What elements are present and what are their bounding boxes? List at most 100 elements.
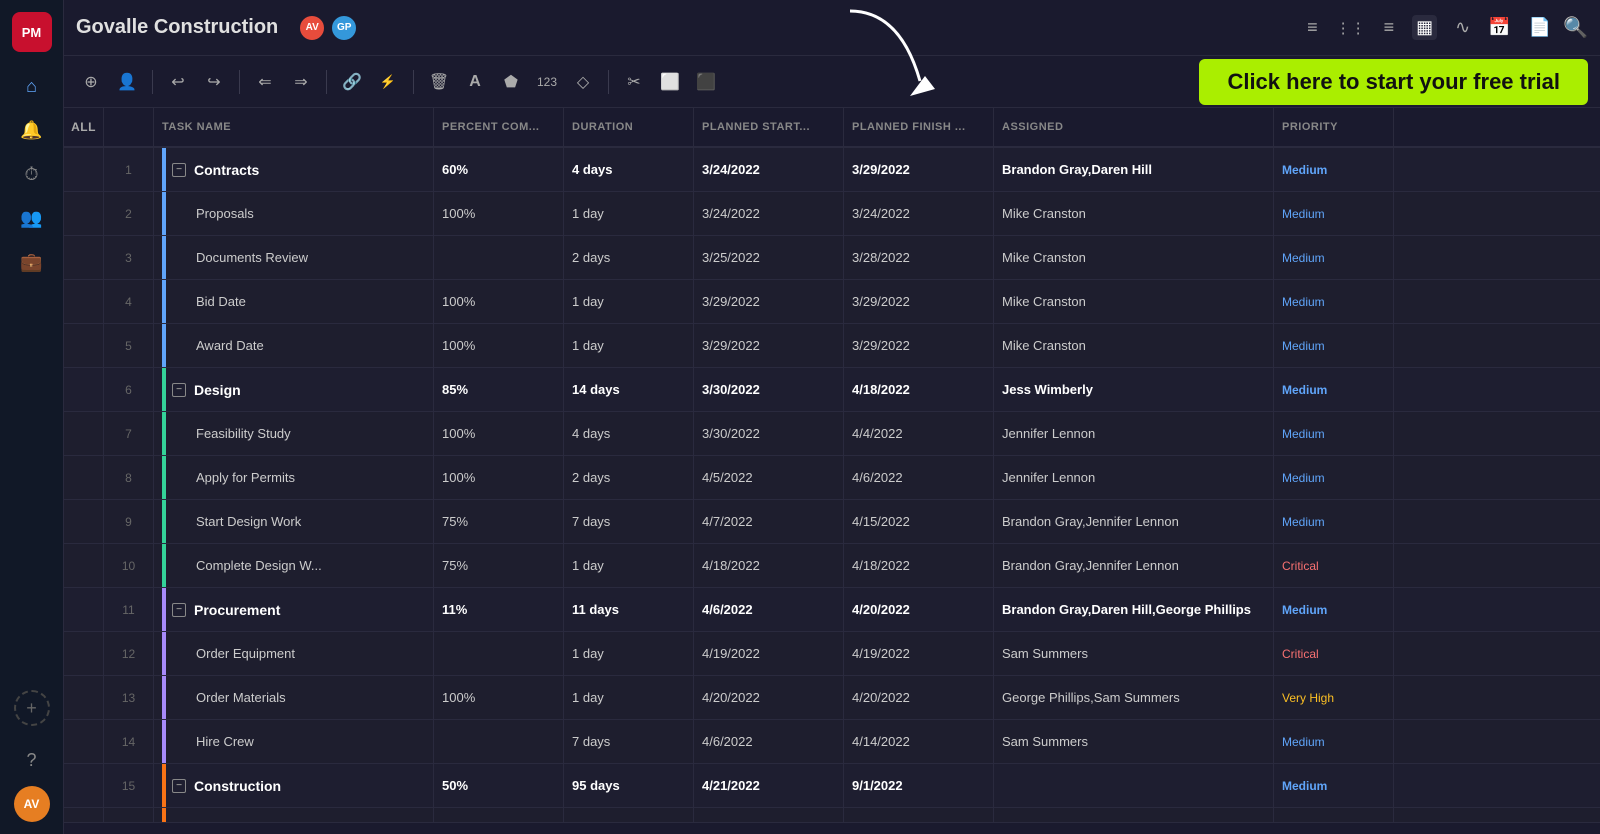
group-collapse-icon[interactable]: − <box>172 779 186 793</box>
task-name-cell[interactable]: Order Materials <box>154 676 434 719</box>
avatar-2[interactable]: GP <box>330 14 358 42</box>
view-table-icon[interactable]: ▦ <box>1412 15 1437 40</box>
row-checkbox[interactable] <box>64 324 104 367</box>
start-cell: 3/29/2022 <box>694 324 844 367</box>
table-row[interactable]: 15 − Construction 50% 95 days 4/21/2022 … <box>64 764 1600 808</box>
col-planned-finish[interactable]: PLANNED FINISH ... <box>844 108 994 146</box>
task-name-cell[interactable]: Proposals <box>154 192 434 235</box>
col-task-name[interactable]: TASK NAME <box>154 108 434 146</box>
search-icon[interactable]: 🔍 <box>1563 15 1588 40</box>
table-row[interactable]: 8 Apply for Permits 100% 2 days 4/5/2022… <box>64 456 1600 500</box>
row-checkbox[interactable] <box>64 544 104 587</box>
assigned-cell: Mike Cranston <box>994 236 1274 279</box>
row-checkbox[interactable] <box>64 588 104 631</box>
row-checkbox[interactable] <box>64 412 104 455</box>
paste-button[interactable]: ⬛ <box>691 67 721 97</box>
horizontal-scrollbar[interactable] <box>64 822 1600 834</box>
diamond-button[interactable]: ◇ <box>568 67 598 97</box>
task-name-cell[interactable]: Order Equipment <box>154 632 434 675</box>
row-checkbox[interactable] <box>64 368 104 411</box>
table-row[interactable]: 14 Hire Crew 7 days 4/6/2022 4/14/2022 S… <box>64 720 1600 764</box>
view-columns-icon[interactable]: ⋮⋮ <box>1336 19 1366 37</box>
view-pulse-icon[interactable]: ∿ <box>1455 17 1470 38</box>
sidebar-item-people[interactable]: 👥 <box>14 200 50 236</box>
col-duration[interactable]: DURATION <box>564 108 694 146</box>
table-row[interactable]: 5 Award Date 100% 1 day 3/29/2022 3/29/2… <box>64 324 1600 368</box>
task-name-cell[interactable]: − Construction <box>154 764 434 807</box>
number-button[interactable]: 123 <box>532 67 562 97</box>
sidebar-item-time[interactable]: ⏱ <box>14 156 50 192</box>
table-row[interactable]: 16 Prep/Pre-constructi... 25% 1 day 4/21… <box>64 808 1600 822</box>
view-doc-icon[interactable]: 📄 <box>1529 17 1551 38</box>
table-row[interactable]: 10 Complete Design W... 75% 1 day 4/18/2… <box>64 544 1600 588</box>
task-name-cell[interactable]: Start Design Work <box>154 500 434 543</box>
view-list-icon[interactable]: ≡ <box>1307 17 1318 38</box>
row-checkbox[interactable] <box>64 676 104 719</box>
table-row[interactable]: 2 Proposals 100% 1 day 3/24/2022 3/24/20… <box>64 192 1600 236</box>
task-name-cell[interactable]: Bid Date <box>154 280 434 323</box>
col-planned-start[interactable]: PLANNED START... <box>694 108 844 146</box>
font-button[interactable]: A <box>460 67 490 97</box>
task-name-cell[interactable]: − Design <box>154 368 434 411</box>
table-row[interactable]: 9 Start Design Work 75% 7 days 4/7/2022 … <box>64 500 1600 544</box>
row-checkbox[interactable] <box>64 808 104 822</box>
col-assigned[interactable]: ASSIGNED <box>994 108 1274 146</box>
paint-button[interactable]: ⬟ <box>496 67 526 97</box>
row-checkbox[interactable] <box>64 280 104 323</box>
redo-button[interactable]: ↪ <box>199 67 229 97</box>
row-checkbox[interactable] <box>64 456 104 499</box>
task-name-cell[interactable]: Prep/Pre-constructi... <box>154 808 434 822</box>
row-checkbox[interactable] <box>64 192 104 235</box>
table-row[interactable]: 6 − Design 85% 14 days 3/30/2022 4/18/20… <box>64 368 1600 412</box>
outdent-button[interactable]: ⇐ <box>250 67 280 97</box>
col-priority[interactable]: PRIORITY <box>1274 108 1394 146</box>
unlink-button[interactable]: ⚡ <box>373 67 403 97</box>
task-name-cell[interactable]: Award Date <box>154 324 434 367</box>
group-collapse-icon[interactable]: − <box>172 603 186 617</box>
task-name-cell[interactable]: Complete Design W... <box>154 544 434 587</box>
col-rownum <box>104 108 154 146</box>
row-checkbox[interactable] <box>64 500 104 543</box>
col-percent[interactable]: PERCENT COM... <box>434 108 564 146</box>
add-user-button[interactable]: 👤 <box>112 67 142 97</box>
row-checkbox[interactable] <box>64 764 104 807</box>
delete-button[interactable]: 🗑 <box>424 67 454 97</box>
indent-button[interactable]: ⇒ <box>286 67 316 97</box>
avatar-1[interactable]: AV <box>298 14 326 42</box>
task-name-cell[interactable]: Documents Review <box>154 236 434 279</box>
table-row[interactable]: 3 Documents Review 2 days 3/25/2022 3/28… <box>64 236 1600 280</box>
sidebar-item-help[interactable]: ? <box>14 742 50 778</box>
table-row[interactable]: 4 Bid Date 100% 1 day 3/29/2022 3/29/202… <box>64 280 1600 324</box>
table-row[interactable]: 1 − Contracts 60% 4 days 3/24/2022 3/29/… <box>64 148 1600 192</box>
row-checkbox[interactable] <box>64 720 104 763</box>
table-row[interactable]: 11 − Procurement 11% 11 days 4/6/2022 4/… <box>64 588 1600 632</box>
task-name-cell[interactable]: − Contracts <box>154 148 434 191</box>
sidebar-add-button[interactable]: + <box>14 690 50 726</box>
cut-button[interactable]: ✂ <box>619 67 649 97</box>
row-checkbox[interactable] <box>64 148 104 191</box>
table-row[interactable]: 7 Feasibility Study 100% 4 days 3/30/202… <box>64 412 1600 456</box>
table-row[interactable]: 12 Order Equipment 1 day 4/19/2022 4/19/… <box>64 632 1600 676</box>
view-calendar-icon[interactable]: 📅 <box>1488 17 1510 38</box>
task-name-cell[interactable]: − Procurement <box>154 588 434 631</box>
undo-button[interactable]: ↩ <box>163 67 193 97</box>
group-collapse-icon[interactable]: − <box>172 163 186 177</box>
sidebar-item-portfolio[interactable]: 💼 <box>14 244 50 280</box>
free-trial-banner[interactable]: Click here to start your free trial <box>1199 59 1588 105</box>
link-button[interactable]: 🔗 <box>337 67 367 97</box>
task-name-cell[interactable]: Apply for Permits <box>154 456 434 499</box>
row-checkbox[interactable] <box>64 632 104 675</box>
sidebar-item-home[interactable]: ⌂ <box>14 68 50 104</box>
task-name-cell[interactable]: Feasibility Study <box>154 412 434 455</box>
table-row[interactable]: 13 Order Materials 100% 1 day 4/20/2022 … <box>64 676 1600 720</box>
row-checkbox[interactable] <box>64 236 104 279</box>
sidebar-item-notifications[interactable]: 🔔 <box>14 112 50 148</box>
col-all[interactable]: ALL <box>64 108 104 146</box>
app-logo[interactable]: PM <box>12 12 52 52</box>
user-avatar-sidebar[interactable]: AV <box>14 786 50 822</box>
view-filter-icon[interactable]: ≡ <box>1384 17 1395 38</box>
task-name-cell[interactable]: Hire Crew <box>154 720 434 763</box>
add-item-button[interactable]: ⊕ <box>76 67 106 97</box>
group-collapse-icon[interactable]: − <box>172 383 186 397</box>
copy-button[interactable]: ⬜ <box>655 67 685 97</box>
